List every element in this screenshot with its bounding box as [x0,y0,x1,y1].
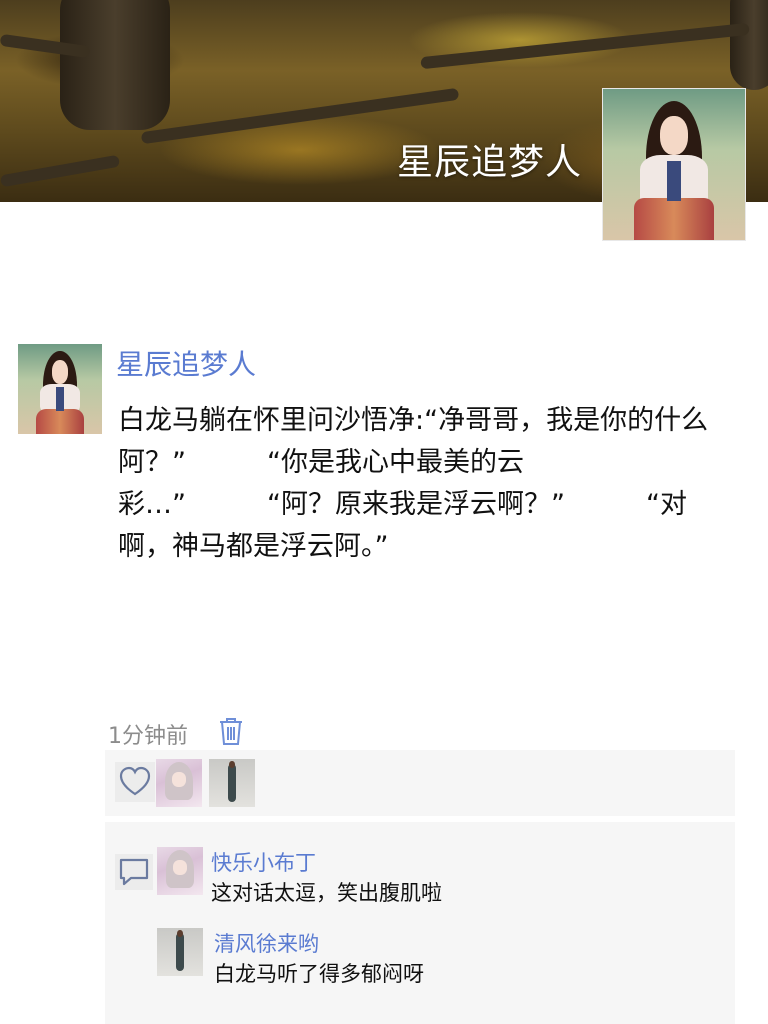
avatar-portrait [18,344,102,434]
avatar-portrait [603,89,745,240]
comments-panel: 快乐小布丁 这对话太逗，笑出腹肌啦 清风徐来哟 白龙马听了得多郁闷呀 [105,822,735,1024]
tree-root [420,22,750,70]
commenter-avatar[interactable] [157,847,203,895]
commenter-name[interactable]: 快乐小布丁 [211,847,316,877]
liker-avatar[interactable] [156,759,202,807]
comment-bubble-icon[interactable] [115,854,153,890]
post-timestamp: 1分钟前 [108,724,188,749]
heart-outline-icon[interactable] [115,762,155,802]
post-author-name[interactable]: 星辰追梦人 [116,343,256,383]
commenter-name[interactable]: 清风徐来哟 [214,928,319,958]
post-author-avatar[interactable] [18,344,102,434]
post-content: 白龙马躺在怀里问沙悟净:“净哥哥，我是你的什么阿？” “你是我心中最美的云彩…”… [118,405,709,562]
profile-avatar[interactable] [602,88,746,241]
commenter-avatar[interactable] [157,928,203,976]
delete-trash-icon[interactable] [218,716,244,746]
likes-panel [105,750,735,816]
profile-name: 星辰追梦人 [396,142,582,183]
tree-root [0,154,121,188]
comment-text: 这对话太逗，笑出腹肌啦 [211,881,442,905]
comment-text: 白龙马听了得多郁闷呀 [214,962,424,986]
tree-trunk [730,0,768,90]
liker-avatar[interactable] [209,759,255,807]
tree-trunk [60,0,170,130]
